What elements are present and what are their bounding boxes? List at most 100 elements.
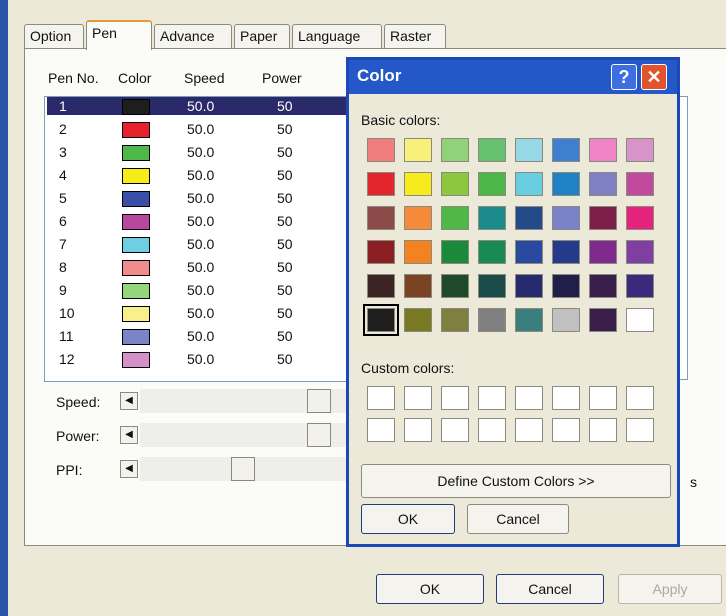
custom-color-swatch[interactable] bbox=[626, 418, 654, 442]
pen-color-swatch[interactable] bbox=[122, 283, 150, 299]
basic-color-swatch[interactable] bbox=[515, 172, 543, 196]
basic-color-swatch[interactable] bbox=[404, 172, 432, 196]
basic-color-swatch[interactable] bbox=[441, 240, 469, 264]
basic-color-swatch[interactable] bbox=[441, 274, 469, 298]
basic-color-swatch[interactable] bbox=[552, 172, 580, 196]
pen-row[interactable]: 3 50.0 50 bbox=[47, 143, 355, 161]
custom-color-swatch[interactable] bbox=[552, 386, 580, 410]
slider-thumb[interactable] bbox=[307, 389, 331, 413]
custom-color-swatch[interactable] bbox=[478, 386, 506, 410]
custom-color-swatch[interactable] bbox=[404, 418, 432, 442]
custom-color-swatch[interactable] bbox=[367, 418, 395, 442]
basic-color-swatch[interactable] bbox=[404, 308, 432, 332]
pen-row[interactable]: 10 50.0 50 bbox=[47, 304, 355, 322]
basic-color-swatch[interactable] bbox=[626, 240, 654, 264]
basic-color-swatch[interactable] bbox=[478, 138, 506, 162]
custom-color-swatch[interactable] bbox=[404, 386, 432, 410]
slider-thumb[interactable] bbox=[231, 457, 255, 481]
pen-row[interactable]: 5 50.0 50 bbox=[47, 189, 355, 207]
pen-color-swatch[interactable] bbox=[122, 191, 150, 207]
basic-color-swatch[interactable] bbox=[515, 138, 543, 162]
basic-color-swatch[interactable] bbox=[404, 240, 432, 264]
pen-color-swatch[interactable] bbox=[122, 329, 150, 345]
basic-color-swatch[interactable] bbox=[367, 172, 395, 196]
pen-row[interactable]: 12 50.0 50 bbox=[47, 350, 355, 368]
slider-left-arrow-icon[interactable]: ◀ bbox=[120, 392, 138, 410]
pen-row[interactable]: 2 50.0 50 bbox=[47, 120, 355, 138]
pen-row[interactable]: 6 50.0 50 bbox=[47, 212, 355, 230]
tab-language[interactable]: Language bbox=[292, 24, 382, 48]
custom-color-swatch[interactable] bbox=[515, 418, 543, 442]
basic-color-swatch[interactable] bbox=[478, 308, 506, 332]
basic-color-swatch[interactable] bbox=[552, 308, 580, 332]
basic-color-swatch[interactable] bbox=[626, 172, 654, 196]
basic-color-swatch[interactable] bbox=[404, 274, 432, 298]
pen-color-swatch[interactable] bbox=[122, 145, 150, 161]
custom-color-swatch[interactable] bbox=[515, 386, 543, 410]
tab-advance[interactable]: Advance bbox=[154, 24, 232, 48]
custom-color-swatch[interactable] bbox=[367, 386, 395, 410]
tab-paper[interactable]: Paper bbox=[234, 24, 290, 48]
basic-color-swatch[interactable] bbox=[367, 206, 395, 230]
ok-button[interactable]: OK bbox=[376, 574, 484, 604]
pen-row[interactable]: 7 50.0 50 bbox=[47, 235, 355, 253]
pen-color-swatch[interactable] bbox=[122, 214, 150, 230]
pen-color-swatch[interactable] bbox=[122, 260, 150, 276]
custom-color-swatch[interactable] bbox=[441, 418, 469, 442]
basic-color-swatch[interactable] bbox=[363, 304, 399, 336]
color-ok-button[interactable]: OK bbox=[361, 504, 455, 534]
cancel-button[interactable]: Cancel bbox=[496, 574, 604, 604]
custom-color-swatch[interactable] bbox=[626, 386, 654, 410]
basic-color-swatch[interactable] bbox=[589, 308, 617, 332]
slider-left-arrow-icon[interactable]: ◀ bbox=[120, 426, 138, 444]
custom-color-swatch[interactable] bbox=[589, 418, 617, 442]
custom-color-swatch[interactable] bbox=[478, 418, 506, 442]
pen-color-swatch[interactable] bbox=[122, 237, 150, 253]
color-cancel-button[interactable]: Cancel bbox=[467, 504, 569, 534]
help-icon[interactable]: ? bbox=[611, 64, 637, 90]
basic-color-swatch[interactable] bbox=[589, 172, 617, 196]
pen-row[interactable]: 1 50.0 50 bbox=[47, 97, 355, 115]
tab-option[interactable]: Option bbox=[24, 24, 84, 48]
pen-row[interactable]: 4 50.0 50 bbox=[47, 166, 355, 184]
basic-color-swatch[interactable] bbox=[552, 206, 580, 230]
custom-color-swatch[interactable] bbox=[589, 386, 617, 410]
basic-color-swatch[interactable] bbox=[478, 206, 506, 230]
slider-left-arrow-icon[interactable]: ◀ bbox=[120, 460, 138, 478]
basic-color-swatch[interactable] bbox=[589, 138, 617, 162]
pen-color-swatch[interactable] bbox=[122, 168, 150, 184]
basic-color-swatch[interactable] bbox=[626, 206, 654, 230]
basic-color-swatch[interactable] bbox=[515, 206, 543, 230]
slider-thumb[interactable] bbox=[307, 423, 331, 447]
basic-color-swatch[interactable] bbox=[367, 274, 395, 298]
basic-color-swatch[interactable] bbox=[589, 274, 617, 298]
basic-color-swatch[interactable] bbox=[404, 206, 432, 230]
basic-color-swatch[interactable] bbox=[404, 138, 432, 162]
basic-color-swatch[interactable] bbox=[626, 308, 654, 332]
basic-color-swatch[interactable] bbox=[441, 138, 469, 162]
basic-color-swatch[interactable] bbox=[515, 274, 543, 298]
pen-color-swatch[interactable] bbox=[122, 99, 150, 115]
pen-list[interactable]: 1 50.0 50 2 50.0 50 3 50.0 50 4 50.0 50 5 50.0 50 6 50.0… bbox=[44, 96, 355, 382]
basic-color-swatch[interactable] bbox=[626, 274, 654, 298]
basic-color-swatch[interactable] bbox=[478, 172, 506, 196]
pen-color-swatch[interactable] bbox=[122, 352, 150, 368]
pen-color-swatch[interactable] bbox=[122, 122, 150, 138]
close-icon[interactable]: ✕ bbox=[641, 64, 667, 90]
define-custom-colors-button[interactable]: Define Custom Colors >> bbox=[361, 464, 671, 498]
tab-raster[interactable]: Raster bbox=[384, 24, 446, 48]
basic-color-swatch[interactable] bbox=[589, 240, 617, 264]
custom-color-swatch[interactable] bbox=[441, 386, 469, 410]
basic-color-swatch[interactable] bbox=[478, 240, 506, 264]
basic-color-swatch[interactable] bbox=[515, 308, 543, 332]
basic-color-swatch[interactable] bbox=[441, 172, 469, 196]
basic-color-swatch[interactable] bbox=[441, 206, 469, 230]
custom-color-swatch[interactable] bbox=[552, 418, 580, 442]
basic-color-swatch[interactable] bbox=[626, 138, 654, 162]
pen-row[interactable]: 11 50.0 50 bbox=[47, 327, 355, 345]
basic-color-swatch[interactable] bbox=[589, 206, 617, 230]
pen-color-swatch[interactable] bbox=[122, 306, 150, 322]
basic-color-swatch[interactable] bbox=[552, 240, 580, 264]
tab-pen[interactable]: Pen bbox=[86, 20, 152, 50]
pen-row[interactable]: 8 50.0 50 bbox=[47, 258, 355, 276]
